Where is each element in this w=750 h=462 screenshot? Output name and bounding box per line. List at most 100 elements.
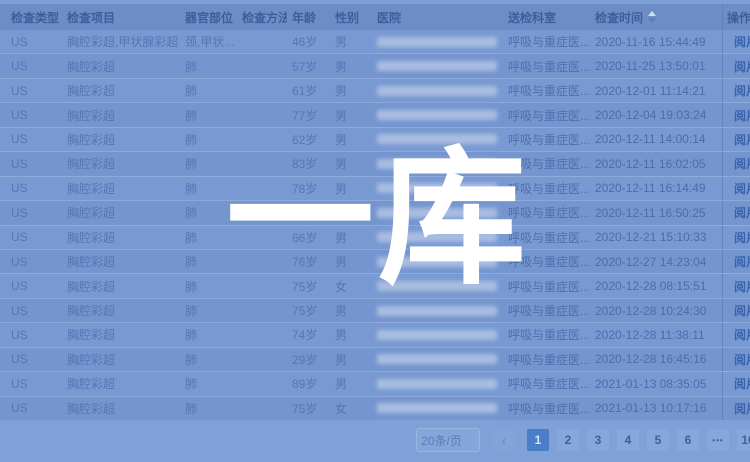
view-film-link[interactable]: 阅片 <box>734 58 750 75</box>
cell-gender: 男 <box>330 226 372 249</box>
cell-check-item: 胸腔彩超 <box>62 152 180 175</box>
cell-check-type: US <box>0 372 62 395</box>
cell-actions: 阅片 <box>722 103 750 126</box>
cell-department: 呼吸与重症医... <box>503 103 590 126</box>
cell-check-item: 胸腔彩超 <box>62 128 180 151</box>
table-row: US 胸腔彩超 肺 29岁 男 呼吸与重症医... 2020-12-28 16:… <box>0 347 750 371</box>
view-film-link[interactable]: 阅片 <box>734 351 750 368</box>
cell-actions: 阅片 <box>722 54 750 77</box>
cell-actions: 阅片 <box>722 323 750 346</box>
page-button[interactable]: 3 <box>587 429 609 451</box>
cell-hospital <box>372 226 503 249</box>
header-check-item: 检查项目 <box>62 4 180 30</box>
cell-organ-site: 肺 <box>180 323 237 346</box>
view-film-link[interactable]: 阅片 <box>734 204 750 221</box>
cell-department: 呼吸与重症医... <box>503 348 590 371</box>
view-film-link[interactable]: 阅片 <box>734 278 750 295</box>
view-film-link[interactable]: 阅片 <box>734 107 750 124</box>
cell-gender: 女 <box>330 201 372 224</box>
cell-department: 呼吸与重症医... <box>503 250 590 273</box>
view-film-link[interactable]: 阅片 <box>734 131 750 148</box>
view-film-link[interactable]: 阅片 <box>734 400 750 417</box>
cell-check-type: US <box>0 250 62 273</box>
cell-check-type: US <box>0 348 62 371</box>
cell-department: 呼吸与重症医... <box>503 54 590 77</box>
cell-department: 呼吸与重症医... <box>503 128 590 151</box>
cell-check-method <box>237 299 287 322</box>
cell-check-item: 胸腔彩超 <box>62 201 180 224</box>
hospital-redacted-bar <box>377 110 497 120</box>
cell-age: 57岁 <box>287 54 330 77</box>
page-size-label: 20条/页 <box>421 432 462 449</box>
view-film-link[interactable]: 阅片 <box>734 229 750 246</box>
cell-organ-site: 肺 <box>180 79 237 102</box>
page-button[interactable]: 16 <box>737 429 750 451</box>
view-film-link[interactable]: 阅片 <box>734 375 750 392</box>
cell-hospital <box>372 323 503 346</box>
cell-department: 呼吸与重症医... <box>503 274 590 297</box>
sort-desc-icon[interactable] <box>648 18 656 23</box>
table-row: US 胸腔彩超 肺 61岁 男 呼吸与重症医... 2020-12-01 11:… <box>0 78 750 102</box>
cell-department: 呼吸与重症医... <box>503 397 590 420</box>
cell-check-type: US <box>0 397 62 420</box>
page-size-select[interactable]: 20条/页 <box>416 428 480 452</box>
page-button[interactable]: ••• <box>707 429 729 451</box>
cell-check-method <box>237 348 287 371</box>
cell-age: 66岁 <box>287 226 330 249</box>
page-button[interactable]: 5 <box>647 429 669 451</box>
cell-hospital <box>372 299 503 322</box>
hospital-redacted-bar <box>377 281 497 291</box>
cell-check-item: 胸腔彩超 <box>62 103 180 126</box>
table-row: US 胸腔彩超 肺 76岁 女 呼吸与重症医... 2020-12-11 16:… <box>0 200 750 224</box>
view-film-link[interactable]: 阅片 <box>734 180 750 197</box>
header-department: 送检科室 <box>503 4 590 30</box>
cell-actions: 阅片 <box>722 250 750 273</box>
sort-icon[interactable] <box>648 11 656 23</box>
hospital-redacted-bar <box>377 232 497 242</box>
cell-check-method <box>237 323 287 346</box>
cell-department: 呼吸与重症医... <box>503 299 590 322</box>
page-button[interactable]: 4 <box>617 429 639 451</box>
cell-actions: 阅片 <box>722 397 750 420</box>
cell-hospital <box>372 103 503 126</box>
view-film-link[interactable]: 阅片 <box>734 326 750 343</box>
prev-page-button[interactable]: ‹ <box>493 429 515 451</box>
page-button[interactable]: 1 <box>527 429 549 451</box>
cell-check-time: 2020-12-28 16:45:16 <box>590 348 722 371</box>
cell-organ-site: 肺 <box>180 226 237 249</box>
sort-asc-icon[interactable] <box>648 11 656 16</box>
cell-gender: 男 <box>330 79 372 102</box>
cell-check-type: US <box>0 274 62 297</box>
view-film-link[interactable]: 阅片 <box>734 33 750 50</box>
cell-organ-site: 肺 <box>180 299 237 322</box>
cell-check-method <box>237 274 287 297</box>
view-film-link[interactable]: 阅片 <box>734 82 750 99</box>
cell-hospital <box>372 348 503 371</box>
cell-hospital <box>372 397 503 420</box>
view-film-link[interactable]: 阅片 <box>734 155 750 172</box>
view-film-link[interactable]: 阅片 <box>734 302 750 319</box>
view-film-link[interactable]: 阅片 <box>734 253 750 270</box>
cell-check-method <box>237 250 287 273</box>
cell-check-time: 2020-12-01 11:14:21 <box>590 79 722 102</box>
page-button[interactable]: 6 <box>677 429 699 451</box>
cell-organ-site: 肺 <box>180 274 237 297</box>
cell-actions: 阅片 <box>722 128 750 151</box>
cell-gender: 男 <box>330 323 372 346</box>
hospital-redacted-bar <box>377 37 497 47</box>
header-check-time[interactable]: 检查时间 <box>590 4 722 30</box>
cell-check-method <box>237 128 287 151</box>
cell-actions: 阅片 <box>722 372 750 395</box>
cell-organ-site: 肺 <box>180 397 237 420</box>
cell-check-time: 2020-12-21 15:10:33 <box>590 226 722 249</box>
cell-check-time: 2020-12-11 16:50:25 <box>590 201 722 224</box>
cell-check-type: US <box>0 30 62 53</box>
cell-age: 76岁 <box>287 250 330 273</box>
cell-check-type: US <box>0 299 62 322</box>
page-button[interactable]: 2 <box>557 429 579 451</box>
cell-check-type: US <box>0 152 62 175</box>
cell-check-type: US <box>0 201 62 224</box>
cell-check-time: 2020-12-11 14:00:14 <box>590 128 722 151</box>
cell-check-method <box>237 226 287 249</box>
cell-check-item: 胸腔彩超 <box>62 274 180 297</box>
